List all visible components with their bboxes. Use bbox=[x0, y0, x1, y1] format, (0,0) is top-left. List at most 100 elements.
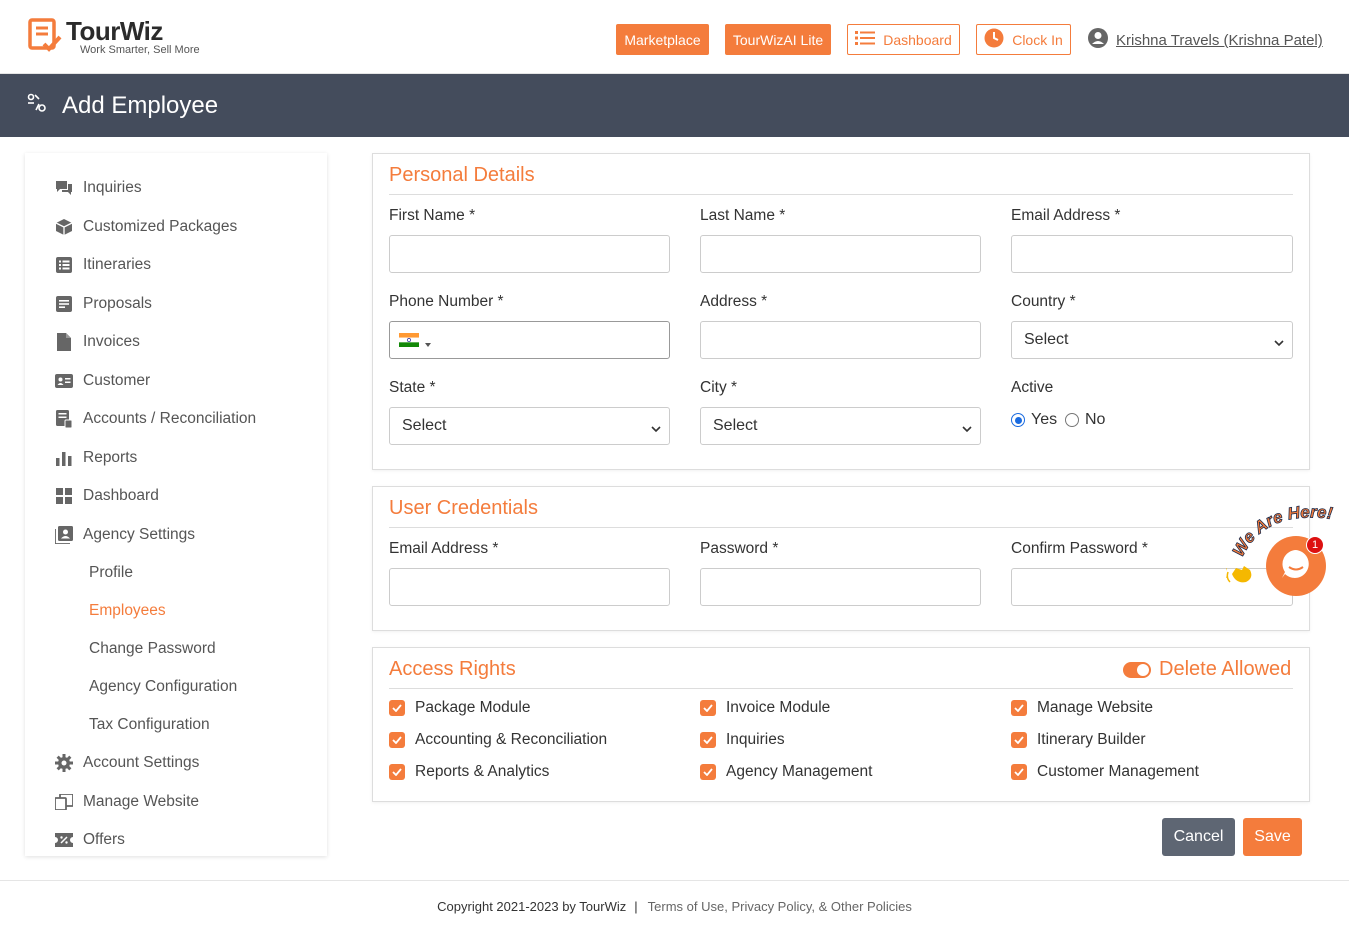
sidebar-item-customized-packages[interactable]: Customized Packages bbox=[55, 218, 237, 236]
sidebar-item-invoices[interactable]: Invoices bbox=[55, 333, 140, 351]
address-input[interactable] bbox=[700, 321, 981, 359]
phone-input[interactable] bbox=[389, 321, 670, 359]
tourwiz-lite-button[interactable]: TourWizAI Lite bbox=[725, 24, 831, 55]
right-label: Inquiries bbox=[726, 731, 785, 748]
user-menu[interactable]: Krishna Travels (Krishna Patel) bbox=[1088, 28, 1323, 53]
sidebar-item-inquiries[interactable]: Inquiries bbox=[55, 179, 142, 197]
clock-in-label: Clock In bbox=[1012, 31, 1063, 48]
credential-email-input[interactable] bbox=[389, 568, 670, 606]
caret-down-icon bbox=[425, 334, 431, 352]
chat-widget[interactable]: We Are Here! 1 bbox=[1222, 500, 1349, 600]
clock-icon bbox=[984, 28, 1004, 51]
marketplace-button[interactable]: Marketplace bbox=[616, 24, 709, 55]
dashboard-button-label: Dashboard bbox=[883, 31, 952, 48]
clock-in-button[interactable]: Clock In bbox=[976, 24, 1071, 55]
state-label: State * bbox=[389, 379, 436, 396]
address-label: Address * bbox=[700, 293, 768, 310]
checkbox-checked[interactable] bbox=[700, 700, 716, 716]
access-rights-panel: Access Rights Delete Allowed Package Mod… bbox=[372, 647, 1310, 802]
last-name-input[interactable] bbox=[700, 235, 981, 273]
sidebar-subitem-change-password[interactable]: Change Password bbox=[89, 640, 216, 658]
footer-separator: | bbox=[634, 899, 638, 914]
sidebar-subitem-tax-configuration[interactable]: Tax Configuration bbox=[89, 716, 210, 734]
sidebar-item-label: Reports bbox=[83, 449, 138, 466]
checkbox-checked[interactable] bbox=[389, 764, 405, 780]
city-label: City * bbox=[700, 379, 738, 396]
state-select[interactable]: Select bbox=[389, 407, 670, 445]
email-label: Email Address * bbox=[1011, 207, 1121, 224]
sidebar-item-account-settings[interactable]: Account Settings bbox=[55, 754, 199, 772]
right-agency-management[interactable]: Agency Management bbox=[700, 763, 872, 781]
sidebar-item-reports[interactable]: Reports bbox=[55, 449, 137, 467]
page-header: Add Employee bbox=[0, 74, 1349, 137]
sidebar-item-manage-website[interactable]: Manage Website bbox=[55, 793, 199, 811]
website-icon bbox=[55, 793, 73, 811]
sidebar-subitem-profile[interactable]: Profile bbox=[89, 564, 133, 582]
right-label: Reports & Analytics bbox=[415, 763, 550, 780]
chevron-down-icon bbox=[1274, 334, 1284, 352]
delete-allowed-toggle[interactable]: Delete Allowed bbox=[1123, 658, 1291, 681]
employee-icon bbox=[26, 92, 48, 119]
sidebar-item-label: Invoices bbox=[83, 333, 140, 350]
right-itinerary-builder[interactable]: Itinerary Builder bbox=[1011, 731, 1146, 749]
divider bbox=[389, 194, 1293, 195]
sidebar-item-itineraries[interactable]: Itineraries bbox=[55, 256, 151, 274]
active-no-radio[interactable]: No bbox=[1065, 411, 1105, 429]
city-select[interactable]: Select bbox=[700, 407, 981, 445]
confirm-password-label: Confirm Password * bbox=[1011, 540, 1148, 557]
chat-notification-badge: 1 bbox=[1306, 536, 1324, 554]
dashboard-button[interactable]: Dashboard bbox=[847, 24, 960, 55]
package-icon bbox=[55, 218, 73, 236]
radio-selected[interactable] bbox=[1011, 413, 1025, 427]
right-inquiries[interactable]: Inquiries bbox=[700, 731, 785, 749]
save-button[interactable]: Save bbox=[1243, 818, 1302, 856]
email-input[interactable] bbox=[1011, 235, 1293, 273]
phone-label: Phone Number * bbox=[389, 293, 504, 310]
sidebar-item-customer[interactable]: Customer bbox=[55, 372, 150, 390]
right-label: Agency Management bbox=[726, 763, 873, 780]
user-avatar-icon bbox=[1088, 28, 1108, 53]
checkbox-checked[interactable] bbox=[389, 700, 405, 716]
policy-links[interactable]: Terms of Use, Privacy Policy, & Other Po… bbox=[648, 899, 912, 914]
user-name-link[interactable]: Krishna Travels (Krishna Patel) bbox=[1116, 32, 1323, 49]
right-invoice-module[interactable]: Invoice Module bbox=[700, 699, 830, 717]
country-code-selector[interactable] bbox=[399, 333, 431, 352]
no-label: No bbox=[1085, 411, 1106, 428]
right-manage-website[interactable]: Manage Website bbox=[1011, 699, 1153, 717]
active-yes-radio[interactable]: Yes bbox=[1011, 411, 1057, 429]
password-input[interactable] bbox=[700, 568, 981, 606]
checkbox-checked[interactable] bbox=[700, 764, 716, 780]
checkbox-checked[interactable] bbox=[1011, 732, 1027, 748]
right-customer-management[interactable]: Customer Management bbox=[1011, 763, 1199, 781]
sidebar-item-proposals[interactable]: Proposals bbox=[55, 295, 152, 313]
sidebar-subitem-employees[interactable]: Employees bbox=[89, 602, 166, 620]
password-label: Password * bbox=[700, 540, 779, 557]
sidebar-subitem-agency-configuration[interactable]: Agency Configuration bbox=[89, 678, 237, 696]
country-select[interactable]: Select bbox=[1011, 321, 1293, 359]
sidebar-item-accounts[interactable]: Accounts / Reconciliation bbox=[55, 410, 256, 428]
sidebar-item-agency-settings[interactable]: Agency Settings bbox=[55, 526, 195, 544]
logo[interactable]: TourWiz Work Smarter, Sell More bbox=[28, 18, 200, 56]
state-select-value: Select bbox=[402, 417, 447, 434]
right-package-module[interactable]: Package Module bbox=[389, 699, 530, 717]
document-icon bbox=[55, 295, 73, 313]
right-reports-analytics[interactable]: Reports & Analytics bbox=[389, 763, 549, 781]
bar-chart-icon bbox=[55, 449, 73, 467]
footer: Copyright 2021-2023 by TourWiz | Terms o… bbox=[0, 880, 1349, 932]
checkbox-checked[interactable] bbox=[1011, 764, 1027, 780]
checkbox-checked[interactable] bbox=[1011, 700, 1027, 716]
cancel-button[interactable]: Cancel bbox=[1162, 818, 1235, 856]
sidebar-item-label: Dashboard bbox=[83, 487, 159, 504]
first-name-input[interactable] bbox=[389, 235, 670, 273]
sidebar: Inquiries Customized Packages Itinerarie… bbox=[25, 153, 327, 856]
sidebar-item-offers[interactable]: Offers bbox=[55, 831, 125, 849]
user-credentials-panel: User Credentials Email Address * Passwor… bbox=[372, 486, 1310, 631]
right-accounting[interactable]: Accounting & Reconciliation bbox=[389, 731, 607, 749]
page-title: Add Employee bbox=[62, 91, 219, 119]
toggle-switch[interactable] bbox=[1123, 661, 1151, 678]
checkbox-checked[interactable] bbox=[700, 732, 716, 748]
radio-unselected[interactable] bbox=[1065, 413, 1079, 427]
sidebar-item-dashboard[interactable]: Dashboard bbox=[55, 487, 159, 505]
checkbox-checked[interactable] bbox=[389, 732, 405, 748]
divider bbox=[389, 688, 1293, 689]
